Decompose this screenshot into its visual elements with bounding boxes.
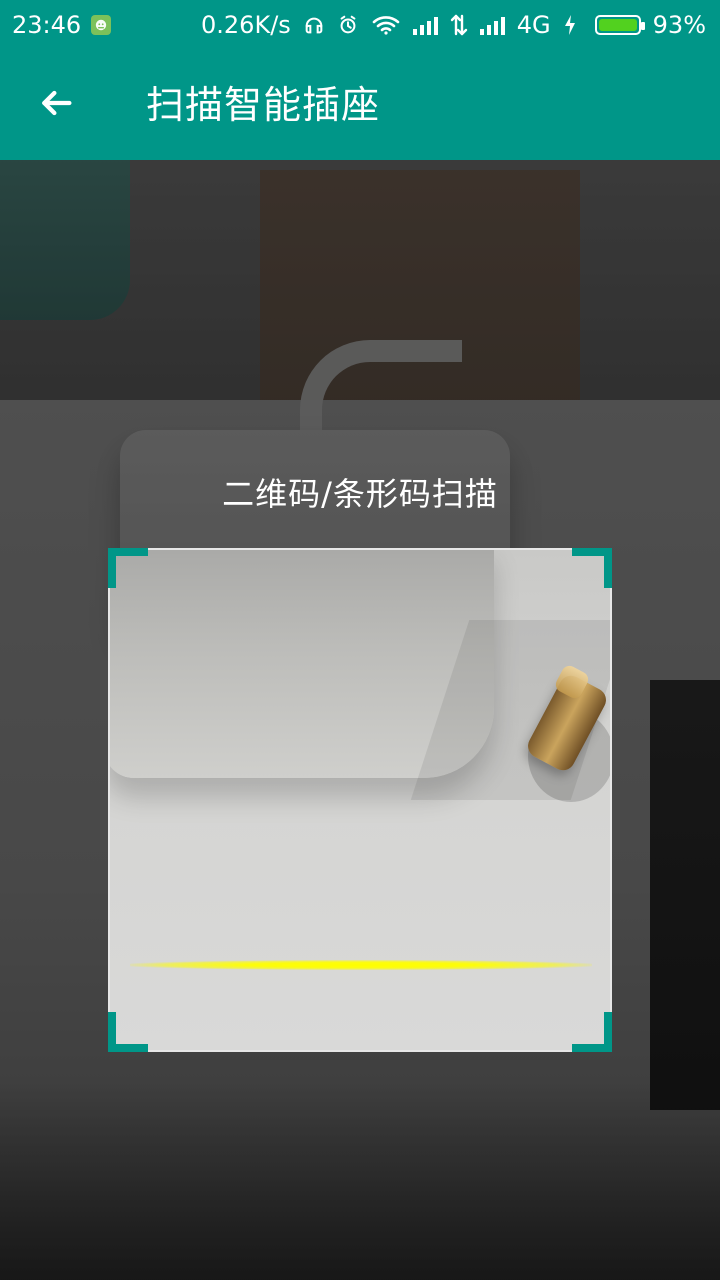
back-button[interactable] [26,75,86,135]
charging-icon [563,14,577,36]
network-speed: 0.26K/s [201,11,291,39]
status-bar: 23:46 0.26K/s 4G 93% [0,0,720,50]
data-transfer-icon [450,14,468,36]
scan-window [108,548,612,1052]
status-left: 23:46 [12,9,112,41]
scan-frame-corner-bottom-right [572,1012,612,1052]
arrow-back-icon [36,83,76,127]
scan-frame-corner-top-left [108,548,148,588]
wifi-icon [371,14,401,36]
network-type: 4G [516,11,551,39]
battery-percent: 93% [652,11,706,39]
camera-preview: 二维码/条形码扫描 [0,160,720,1280]
android-app-icon [91,15,112,35]
page-title: 扫描智能插座 [146,83,381,127]
status-time: 23:46 [12,11,82,39]
app-bar: 扫描智能插座 [0,50,720,160]
status-right: 0.26K/s 4G 93% [201,9,706,41]
scan-line [130,960,592,970]
headphones-icon [303,14,325,36]
alarm-icon [337,14,359,36]
scan-hint: 二维码/条形码扫描 [222,475,498,513]
scan-frame-corner-top-right [572,548,612,588]
battery-icon [594,15,645,35]
signal-icon [412,15,438,35]
scan-frame-corner-bottom-left [108,1012,148,1052]
signal-icon [479,15,505,35]
